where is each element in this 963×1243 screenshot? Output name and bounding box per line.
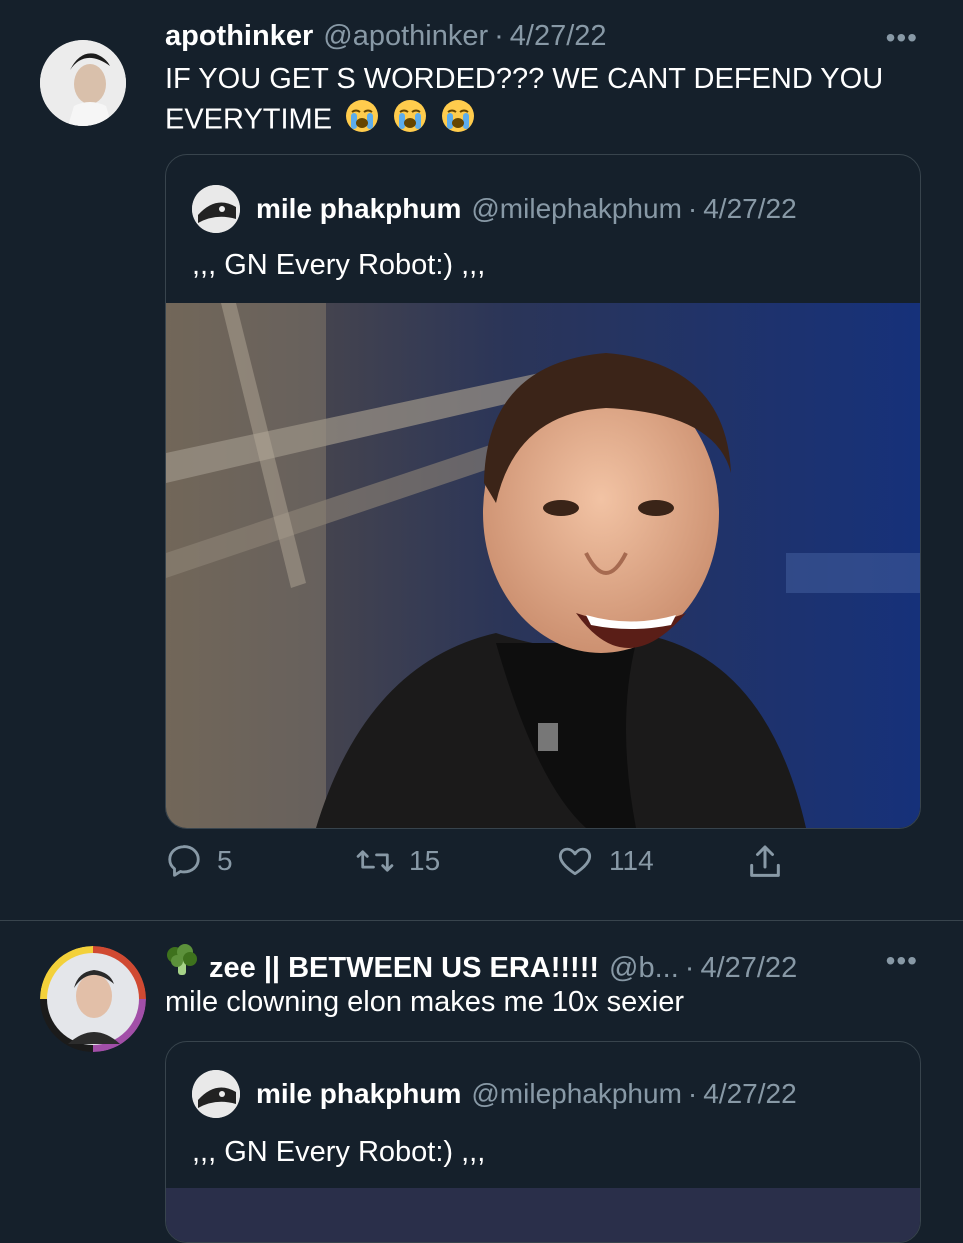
display-name[interactable]: apothinker (165, 20, 313, 53)
broccoli-icon (165, 943, 199, 985)
handle[interactable]: @b... (609, 952, 679, 985)
handle[interactable]: @apothinker (323, 20, 488, 53)
timestamp[interactable]: 4/27/22 (700, 952, 797, 985)
quoted-tweet[interactable]: mile phakphum @milephakphum · 4/27/22 ,,… (165, 1041, 921, 1243)
quoted-display-name: mile phakphum (256, 1078, 462, 1109)
avatar[interactable] (40, 40, 126, 126)
quoted-text: ,,, GN Every Robot:) ,,, (192, 249, 486, 281)
display-name[interactable]: zee || BETWEEN US ERA!!!!! (209, 952, 599, 985)
avatar[interactable] (40, 946, 146, 1052)
loudly-crying-face-icon (392, 98, 428, 144)
retweet-count: 15 (409, 845, 441, 876)
more-options-icon[interactable]: ••• (886, 22, 918, 54)
like-button[interactable]: 114 (555, 842, 654, 880)
tweet-actions: 5 15 114 (165, 842, 805, 892)
quoted-header: mile phakphum @milephakphum · 4/27/22 (256, 1078, 797, 1110)
quoted-timestamp: 4/27/22 (703, 1078, 797, 1109)
timestamp[interactable]: 4/27/22 (510, 20, 607, 53)
quoted-timestamp: 4/27/22 (703, 193, 797, 224)
share-button[interactable] (745, 842, 799, 882)
loudly-crying-face-icon (344, 98, 380, 144)
reply-button[interactable]: 5 (165, 842, 233, 880)
separator: · (684, 952, 695, 984)
quoted-avatar[interactable] (192, 1070, 240, 1118)
tweet-text: IF YOU GET S WORDED??? WE CANT DEFEND YO… (165, 60, 925, 144)
quoted-tweet[interactable]: mile phakphum @milephakphum · 4/27/22 ,,… (165, 154, 921, 829)
more-options-icon[interactable]: ••• (886, 945, 918, 977)
quoted-header: mile phakphum @milephakphum · 4/27/22 (256, 193, 797, 225)
separator: · (494, 20, 504, 52)
quoted-photo[interactable] (166, 303, 920, 828)
reply-count: 5 (217, 845, 233, 876)
quoted-display-name: mile phakphum (256, 193, 462, 224)
like-count: 114 (609, 845, 654, 876)
quoted-handle: @milephakphum (471, 193, 682, 224)
quoted-photo[interactable] (166, 1188, 920, 1242)
retweet-icon (356, 850, 394, 872)
loudly-crying-face-icon (440, 98, 476, 144)
separator: · (687, 193, 698, 224)
reply-icon (168, 845, 200, 877)
separator: · (687, 1078, 698, 1109)
quoted-text: ,,, GN Every Robot:) ,,, (192, 1136, 486, 1168)
tweet-2[interactable]: zee || BETWEEN US ERA!!!!! @b... · 4/27/… (0, 921, 963, 1243)
quoted-handle: @milephakphum (471, 1078, 682, 1109)
tweet-1[interactable]: apothinker @apothinker · 4/27/22 ••• IF … (0, 0, 963, 920)
quoted-avatar[interactable] (192, 185, 240, 233)
tweet-text-content: IF YOU GET S WORDED??? WE CANT DEFEND YO… (165, 63, 884, 136)
tweet-text: mile clowning elon makes me 10x sexier (165, 986, 684, 1018)
retweet-button[interactable]: 15 (355, 842, 440, 880)
heart-icon (558, 847, 592, 876)
tweet-header: zee || BETWEEN US ERA!!!!! @b... · 4/27/… (165, 943, 797, 985)
share-icon (750, 845, 780, 877)
tweet-header: apothinker @apothinker · 4/27/22 (165, 20, 607, 53)
